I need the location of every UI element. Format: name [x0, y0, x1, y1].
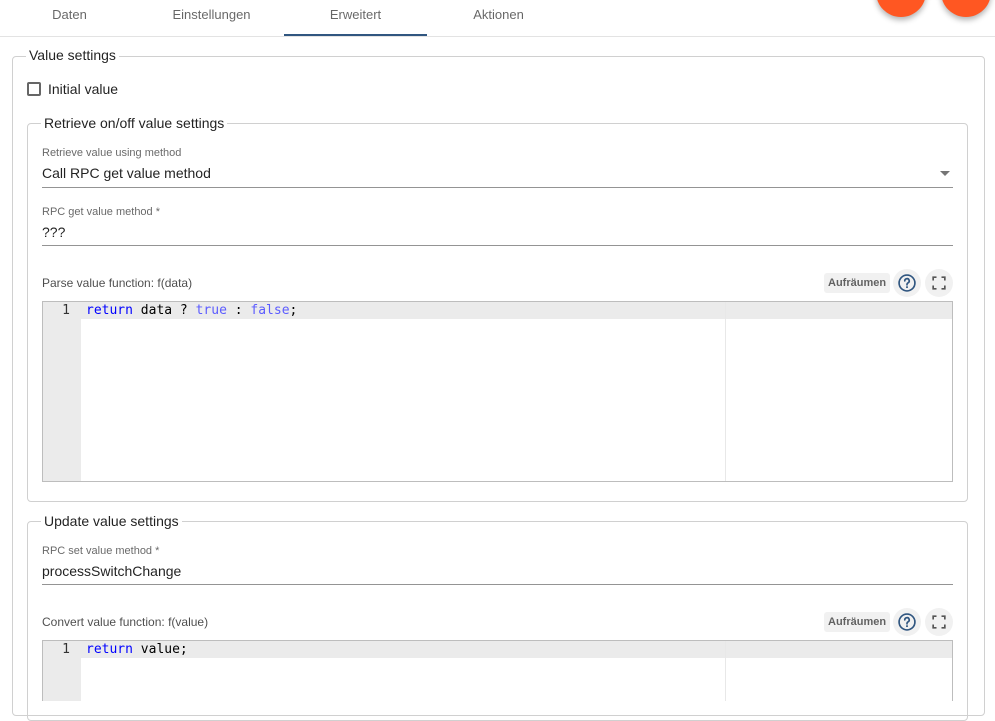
initial-value-label[interactable]: Initial value: [48, 80, 118, 98]
update-settings-legend: Update value settings: [41, 512, 182, 530]
editor-gutter: [43, 302, 81, 481]
code-text: ;: [289, 303, 298, 318]
code-keyword: return: [86, 642, 133, 657]
parse-function-title: Parse value function: f(data): [42, 276, 193, 290]
rpc-set-method-underline: [42, 584, 953, 585]
help-button[interactable]: [893, 608, 921, 636]
help-icon: [898, 274, 916, 292]
tab-aktionen[interactable]: Aktionen: [427, 0, 570, 36]
retrieve-method-label: Retrieve value using method: [42, 147, 182, 159]
initial-value-checkbox[interactable]: [27, 82, 41, 96]
rpc-get-method-label: RPC get value method *: [42, 206, 161, 218]
convert-function-title: Convert value function: f(value): [42, 615, 209, 629]
code-boolean: true: [195, 303, 227, 318]
tab-bar: Daten Einstellungen Erweitert Aktionen: [0, 0, 995, 37]
line-number: 1: [62, 642, 70, 657]
code-line[interactable]: return data ? true : false;: [86, 302, 297, 319]
print-margin: [725, 641, 726, 701]
fullscreen-button[interactable]: [925, 608, 953, 636]
value-settings-legend: Value settings: [26, 46, 119, 64]
fullscreen-button[interactable]: [925, 269, 953, 297]
tidy-button[interactable]: Aufräumen: [824, 273, 891, 293]
convert-function-editor[interactable]: 1 return value;: [42, 640, 953, 701]
rpc-get-method-input[interactable]: ???: [42, 223, 953, 241]
code-text: data ?: [132, 303, 196, 318]
retrieve-method-select[interactable]: Call RPC get value method: [42, 164, 932, 182]
fullscreen-icon: [932, 276, 946, 290]
code-keyword: return: [86, 303, 133, 318]
retrieve-settings-legend: Retrieve on/off value settings: [41, 114, 228, 132]
rpc-set-method-input[interactable]: processSwitchChange: [42, 562, 953, 580]
tab-einstellungen[interactable]: Einstellungen: [139, 0, 284, 36]
rpc-get-method-underline: [42, 245, 953, 246]
help-button[interactable]: [893, 269, 921, 297]
fullscreen-icon: [932, 615, 946, 629]
code-text: :: [226, 303, 251, 318]
tab-erweitert[interactable]: Erweitert: [284, 0, 427, 36]
code-line[interactable]: return value;: [86, 641, 188, 658]
chevron-down-icon[interactable]: [940, 171, 950, 176]
rpc-set-method-label: RPC set value method *: [42, 545, 160, 557]
active-tab-indicator: [284, 34, 427, 36]
retrieve-method-underline: [42, 187, 953, 188]
tidy-button[interactable]: Aufräumen: [824, 612, 891, 632]
code-boolean: false: [250, 303, 290, 318]
print-margin: [725, 302, 726, 481]
code-text: value;: [132, 642, 188, 657]
line-number: 1: [62, 303, 70, 318]
help-icon: [898, 613, 916, 631]
parse-function-editor[interactable]: 1 return data ? true : false;: [42, 301, 953, 482]
tab-daten[interactable]: Daten: [0, 0, 139, 36]
